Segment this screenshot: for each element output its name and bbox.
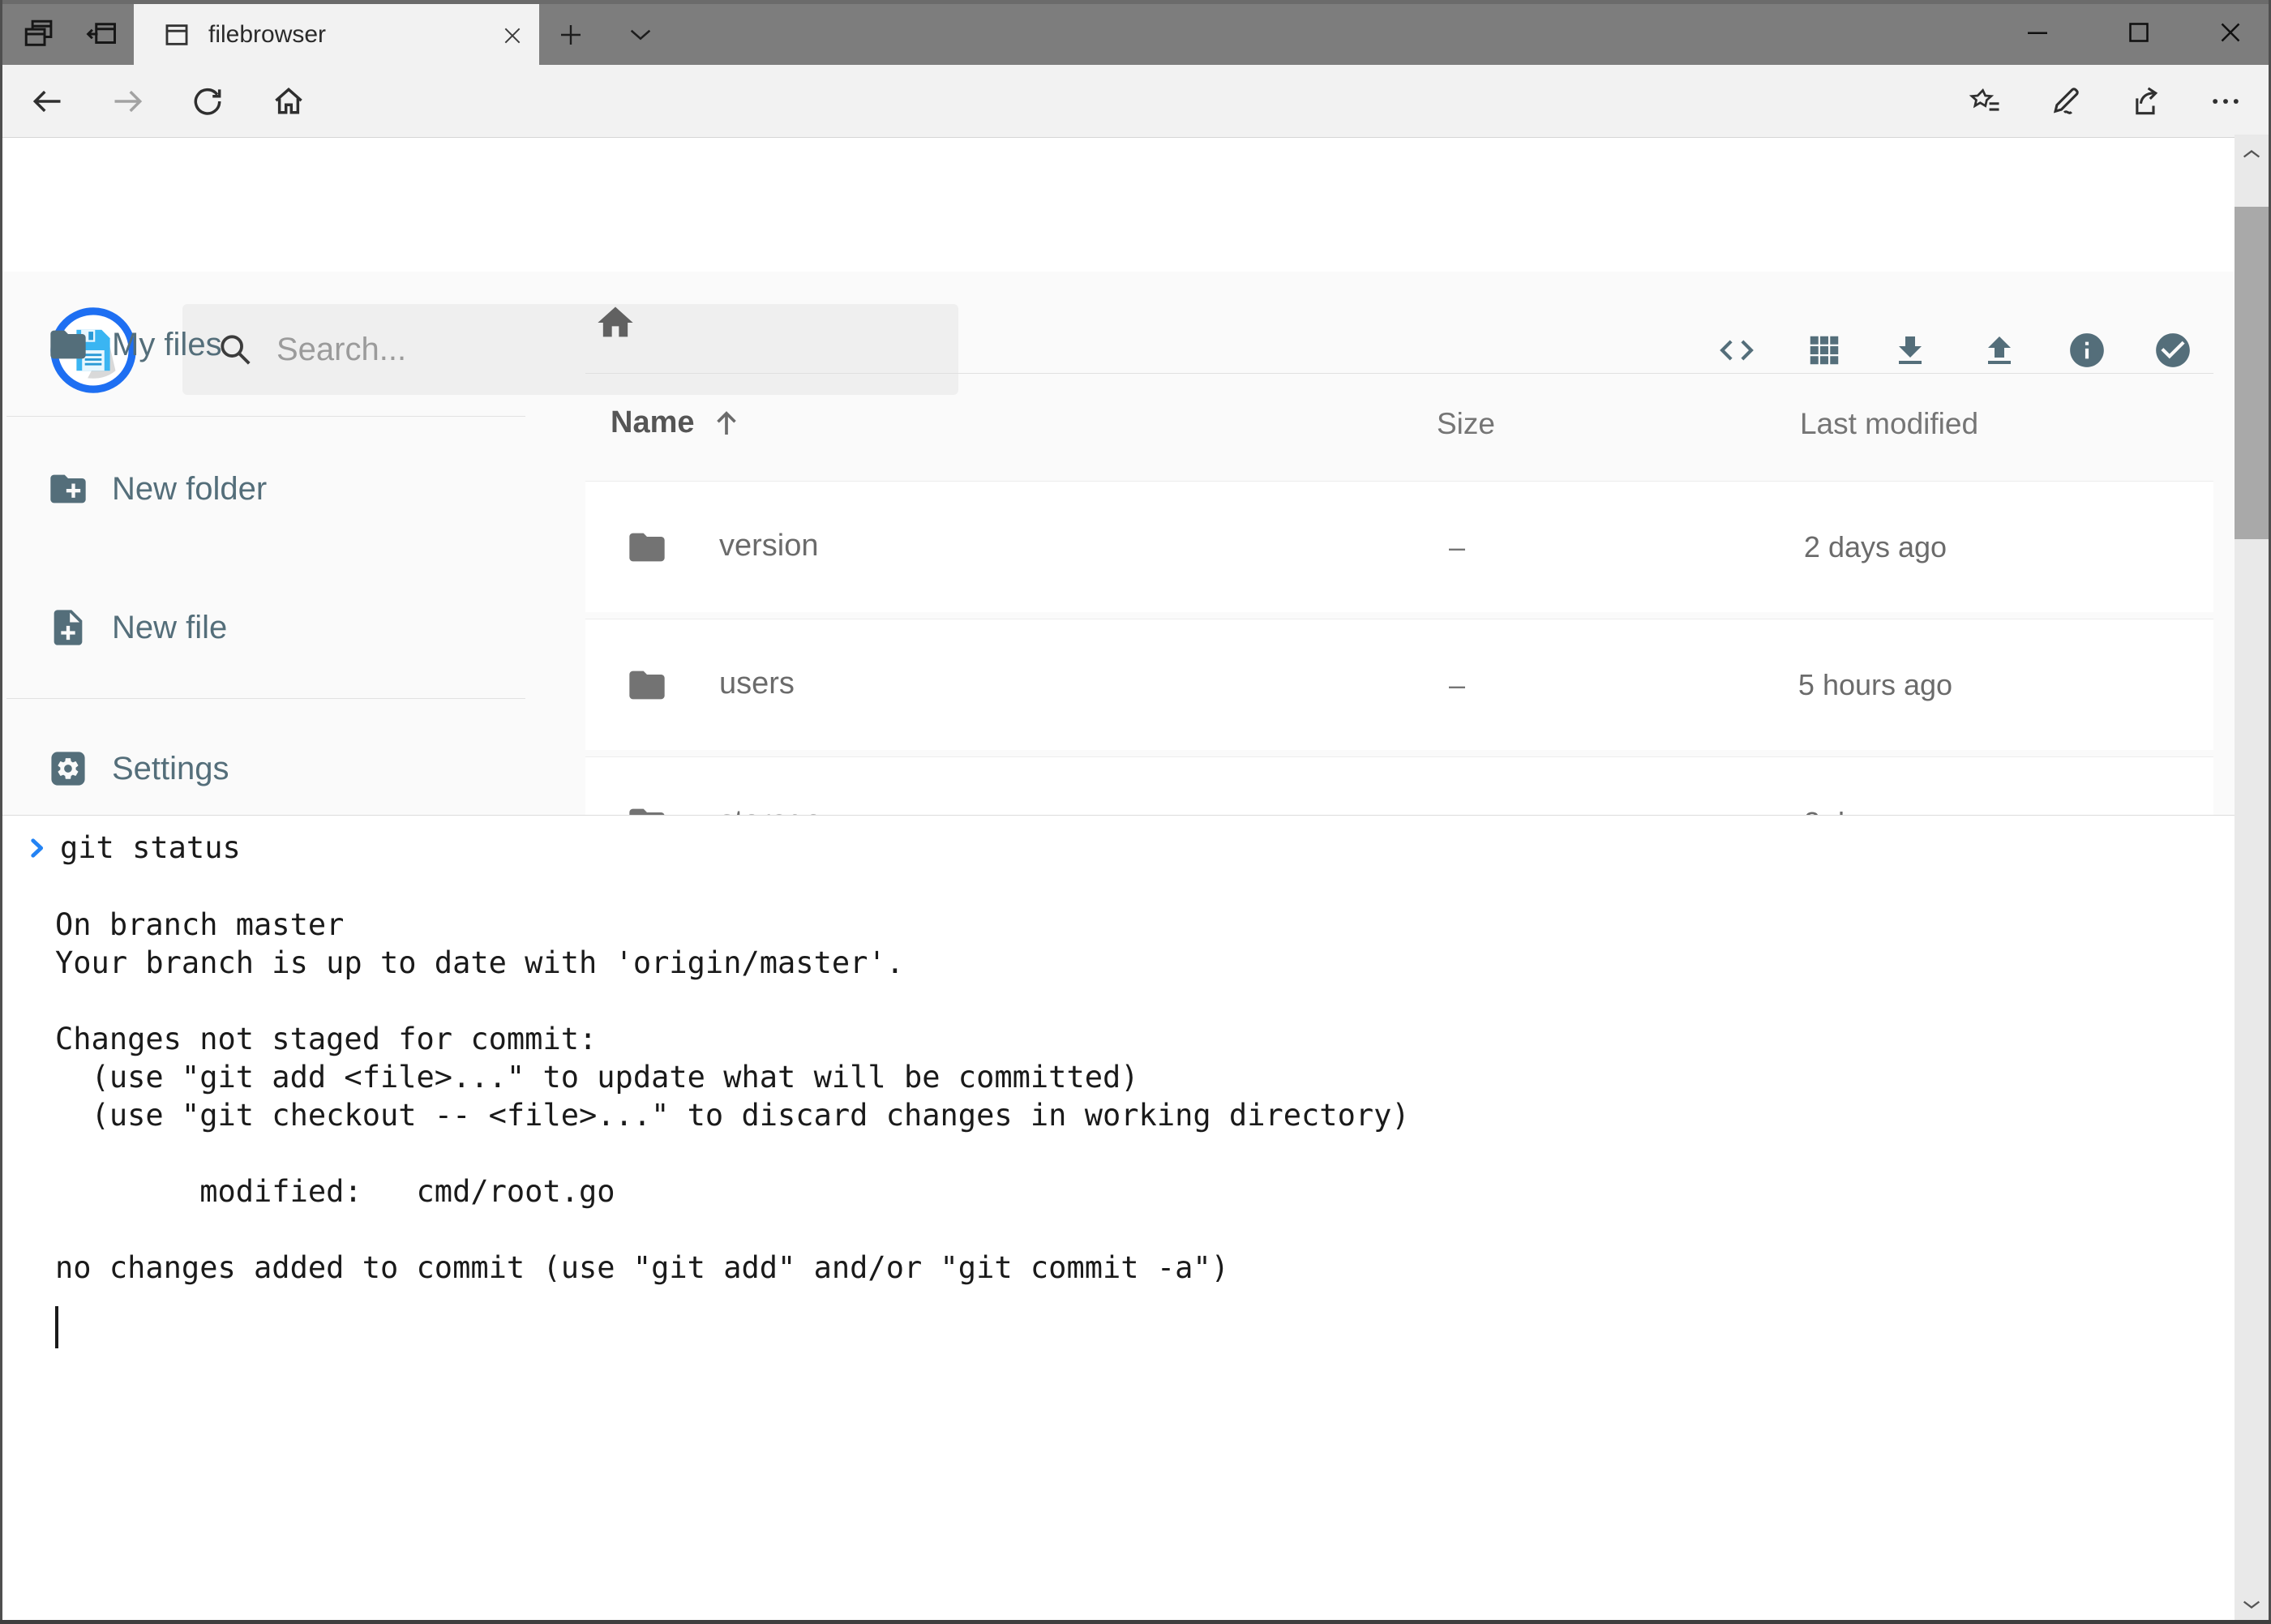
browser-navbar: filebrowser.web/files/ [0,65,2271,138]
new-folder-icon [47,468,89,510]
sidebar-divider [6,698,525,699]
column-header-name[interactable]: Name [611,405,743,440]
sidebar-item-new-folder[interactable]: New folder [0,444,525,533]
tab-title: filebrowser [208,21,539,49]
sidebar-item-settings[interactable]: Settings [0,724,525,813]
terminal-output: On branch master Your branch is up to da… [55,868,1410,1287]
sidebar-item-label: New file [112,610,227,646]
prompt-chevron-icon [23,832,50,864]
sidebar-item-my-files[interactable]: My files [0,300,525,389]
settings-icon [47,748,89,790]
code-icon[interactable] [1706,319,1768,381]
breadcrumb-divider [585,373,2213,374]
file-size: – [1372,530,1542,564]
window-top-edge [0,0,2271,4]
minimize-button[interactable] [1986,0,2088,65]
scrollbar-thumb[interactable] [2235,207,2269,539]
grid-view-icon[interactable] [1793,319,1855,381]
download-icon[interactable] [1879,319,1941,381]
window-left-edge [0,0,2,1624]
file-modified: 5 hours ago [1754,668,1997,702]
back-icon[interactable] [16,69,78,134]
column-header-modified[interactable]: Last modified [1755,407,2023,441]
page-favicon [163,21,191,49]
sidebar-item-label: Settings [112,751,229,787]
home-nav-icon[interactable] [258,69,319,134]
terminal-command: git status [60,830,241,865]
maximize-button[interactable] [2088,0,2189,65]
window-bottom-edge [0,1620,2271,1624]
scrollbar-up-icon[interactable] [2235,138,2269,170]
set-tabs-aside-icon[interactable] [78,11,123,57]
browser-tab[interactable]: filebrowser [134,4,539,65]
terminal-panel[interactable]: git status On branch master Your branch … [0,815,2235,1624]
folder-icon [626,664,668,706]
folder-icon [47,324,89,366]
browser-titlebar: filebrowser [0,0,2271,65]
file-name: users [719,666,795,701]
tab-list-chevron-icon[interactable] [616,11,665,57]
refresh-icon[interactable] [177,69,238,134]
page-scrollbar[interactable] [2235,135,2269,1624]
web-note-icon[interactable] [2033,69,2097,134]
sidebar-item-new-file[interactable]: New file [0,583,525,672]
forward-icon[interactable] [97,69,159,134]
more-options-icon[interactable] [2194,69,2257,134]
sidebar-item-label: New folder [112,471,267,508]
terminal-prompt-line: git status [23,830,241,865]
filebrowser-header [0,138,2271,272]
scrollbar-down-icon[interactable] [2235,1588,2269,1621]
file-modified: 2 days ago [1754,530,1997,564]
close-window-button[interactable] [2189,0,2271,65]
tab-close-icon[interactable] [499,22,526,49]
file-row-version[interactable]: version – 2 days ago [585,481,2213,612]
tab-preview-icon[interactable] [16,11,62,57]
breadcrumb-home-icon[interactable] [594,302,636,344]
sidebar-divider [6,416,525,417]
sidebar-item-label: My files [112,327,222,363]
terminal-cursor [55,1306,58,1348]
share-icon[interactable] [2113,69,2176,134]
column-header-size[interactable]: Size [1381,407,1551,441]
folder-icon [626,526,668,568]
new-tab-button[interactable] [545,4,597,65]
new-file-icon [47,606,89,649]
file-name: version [719,529,819,563]
file-size: – [1372,668,1542,702]
hub-icon[interactable] [1954,69,2017,134]
select-multiple-icon[interactable] [2142,319,2204,381]
column-name-label: Name [611,405,695,440]
file-row-users[interactable]: users – 5 hours ago [585,619,2213,750]
edge-browser-window: filebrowser [0,0,2271,1624]
upload-icon[interactable] [1969,319,2030,381]
info-icon[interactable] [2056,319,2118,381]
sort-ascending-icon [709,406,743,440]
listing-header: Name Size Last modified [585,404,2213,444]
